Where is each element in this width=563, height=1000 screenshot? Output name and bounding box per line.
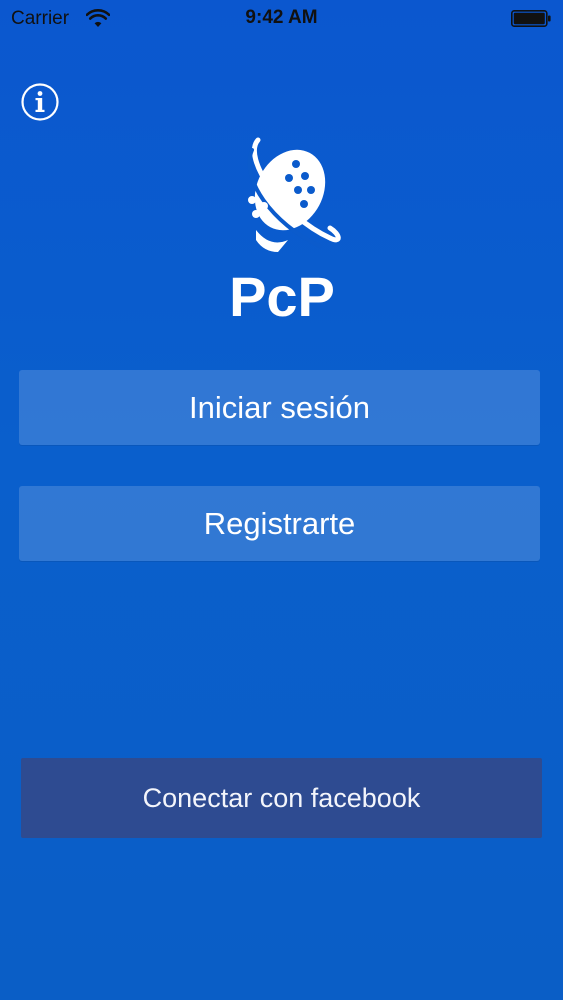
register-button[interactable]: Registrarte <box>19 486 540 561</box>
info-icon[interactable] <box>20 82 60 122</box>
facebook-connect-button[interactable]: Conectar con facebook <box>21 758 542 838</box>
register-button-label: Registrarte <box>203 505 356 541</box>
status-bar: Carrier 9:42 AM <box>0 0 563 38</box>
login-button[interactable]: Iniciar sesión <box>19 370 540 445</box>
logo-wordmark: PcP <box>229 265 335 324</box>
padel-racket-logo-icon: PcP <box>229 137 341 324</box>
login-button-label: Iniciar sesión <box>189 389 370 425</box>
screen: Carrier 9:42 AM PcP Iniciar sesión Regis… <box>0 0 563 1000</box>
battery-icon <box>511 10 551 27</box>
facebook-connect-label: Conectar con facebook <box>142 782 421 813</box>
status-time: 9:42 AM <box>245 7 318 28</box>
